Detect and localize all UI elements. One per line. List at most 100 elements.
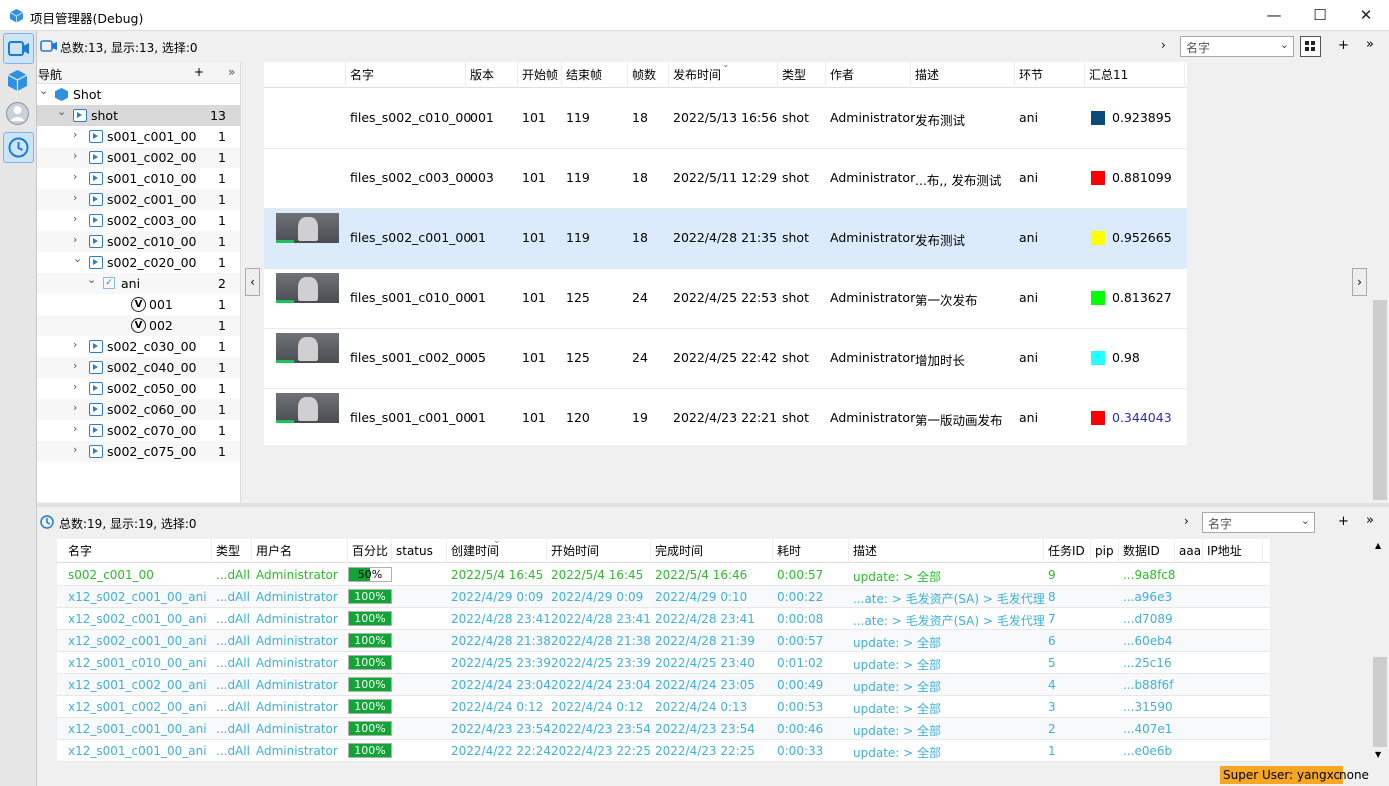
- column-header[interactable]: 帧数: [628, 62, 669, 88]
- tree-node[interactable]: ⌄ Shot: [37, 84, 240, 105]
- column-header[interactable]: 用户名: [252, 539, 348, 563]
- task-row[interactable]: x12_s001_c001_00_ani ...dAll Administrator…: [57, 718, 1270, 740]
- add-button[interactable]: +: [1338, 514, 1349, 529]
- chevron-right-icon[interactable]: ›: [73, 338, 77, 351]
- tree-node[interactable]: › s002_c003_00 1: [37, 210, 240, 231]
- close-button[interactable]: ✕: [1343, 0, 1389, 31]
- column-header[interactable]: 汇总11: [1085, 62, 1185, 88]
- column-header[interactable]: 类型: [778, 62, 826, 88]
- column-header[interactable]: 名字: [346, 62, 466, 88]
- chevron-right-icon[interactable]: ›: [73, 212, 77, 225]
- version-scrollbar[interactable]: [1372, 62, 1388, 502]
- column-header[interactable]: IP地址: [1203, 539, 1263, 563]
- tree-node[interactable]: V 002 1: [37, 315, 240, 336]
- chevron-right-icon[interactable]: ›: [1161, 38, 1166, 52]
- column-header[interactable]: 开始帧: [518, 62, 562, 88]
- tree-node[interactable]: › s001_c010_00 1: [37, 168, 240, 189]
- tree-node-label: s002_c001_00: [107, 192, 197, 207]
- bottom-search-field[interactable]: 名字 ⌄: [1202, 512, 1315, 533]
- column-header[interactable]: 类型: [212, 539, 252, 563]
- scroll-up-icon[interactable]: ▲: [1375, 541, 1381, 550]
- task-row[interactable]: x12_s002_c001_00_ani ...dAll Administrator…: [57, 608, 1270, 630]
- chevron-right-icon[interactable]: ›: [73, 443, 77, 456]
- column-header[interactable]: 数据ID: [1119, 539, 1175, 563]
- version-row[interactable]: files_s001_c010_00 01 101 125 24 2022/4/25 22…: [264, 269, 1187, 329]
- scrollbar-thumb[interactable]: [1373, 300, 1387, 500]
- tree-node[interactable]: ⌄ shot 13: [37, 105, 240, 126]
- column-header[interactable]: 百分比: [348, 539, 392, 563]
- column-header[interactable]: 描述: [849, 539, 1044, 563]
- minimize-button[interactable]: —: [1251, 0, 1297, 31]
- tree-node[interactable]: › s002_c050_00 1: [37, 378, 240, 399]
- task-row[interactable]: x12_s001_c010_00_ani ...dAll Administrator…: [57, 652, 1270, 674]
- task-row[interactable]: s002_c001_00 ...dAll Administrator 2022/5/4…: [57, 564, 1270, 586]
- chevron-right-icon[interactable]: ›: [73, 359, 77, 372]
- chevron-right-icon[interactable]: ›: [73, 149, 77, 162]
- chevron-right-icon[interactable]: ›: [1184, 514, 1189, 528]
- version-row[interactable]: files_s002_c003_00 003 101 119 18 2022/5/11 1…: [264, 149, 1187, 209]
- collapse-left-button[interactable]: ‹: [245, 268, 260, 296]
- expand-button[interactable]: »: [1366, 37, 1374, 52]
- tree-node[interactable]: › s002_c030_00 1: [37, 336, 240, 357]
- nav-collapse-button[interactable]: »: [228, 65, 235, 79]
- chevron-down-icon[interactable]: ⌄: [73, 252, 82, 265]
- column-header[interactable]: 任务ID: [1044, 539, 1091, 563]
- version-row[interactable]: files_s001_c002_00 05 101 125 24 2022/4/25 22…: [264, 329, 1187, 389]
- column-header[interactable]: 开始时间: [547, 539, 651, 563]
- column-header[interactable]: 完成时间: [651, 539, 773, 563]
- tree-node[interactable]: › s002_c040_00 1: [37, 357, 240, 378]
- task-row[interactable]: x12_s001_c002_00_ani ...dAll Administrator…: [57, 696, 1270, 718]
- expand-button[interactable]: »: [1366, 513, 1374, 528]
- nav-add-button[interactable]: +: [194, 65, 204, 79]
- chevron-right-icon[interactable]: ›: [73, 128, 77, 141]
- scroll-down-icon[interactable]: ▼: [1375, 750, 1381, 759]
- column-header[interactable]: aaa: [1175, 539, 1203, 563]
- column-header[interactable]: 耗时: [773, 539, 849, 563]
- shot-mode-button[interactable]: [3, 33, 34, 64]
- column-header[interactable]: 环节: [1015, 62, 1085, 88]
- scrollbar-thumb[interactable]: [1373, 657, 1387, 747]
- column-header[interactable]: 版本: [466, 62, 518, 88]
- chevron-right-icon[interactable]: ›: [73, 380, 77, 393]
- tree-node[interactable]: V 001 1: [37, 294, 240, 315]
- column-header[interactable]: 作者: [826, 62, 911, 88]
- version-row[interactable]: files_s002_c010_00 001 101 119 18 2022/5/13 1…: [264, 89, 1187, 149]
- tree-node[interactable]: › s002_c060_00 1: [37, 399, 240, 420]
- grid-view-button[interactable]: [1300, 36, 1321, 57]
- collapse-right-button[interactable]: ›: [1352, 268, 1367, 296]
- chevron-right-icon[interactable]: ›: [73, 170, 77, 183]
- tree-node[interactable]: › s001_c002_00 1: [37, 147, 240, 168]
- chevron-down-icon[interactable]: ⌄: [87, 273, 96, 286]
- column-header[interactable]: pip: [1091, 539, 1119, 563]
- history-mode-button[interactable]: [3, 132, 34, 163]
- tree-node[interactable]: › s001_c001_00 1: [37, 126, 240, 147]
- user-mode-button[interactable]: [3, 99, 34, 130]
- chevron-right-icon[interactable]: ›: [73, 191, 77, 204]
- task-row[interactable]: x12_s001_c001_00_ani ...dAll Administrator…: [57, 740, 1270, 762]
- task-row[interactable]: x12_s001_c002_00_ani ...dAll Administrator…: [57, 674, 1270, 696]
- chevron-right-icon[interactable]: ›: [73, 233, 77, 246]
- chevron-down-icon[interactable]: ⌄: [57, 105, 66, 118]
- tree-node[interactable]: › s002_c075_00 1: [37, 441, 240, 462]
- version-row[interactable]: files_s002_c001_00 01 101 119 18 2022/4/28 21…: [264, 209, 1187, 269]
- add-button[interactable]: +: [1338, 38, 1349, 53]
- task-row[interactable]: x12_s002_c001_00_ani ...dAll Administrator…: [57, 586, 1270, 608]
- chevron-right-icon[interactable]: ›: [73, 422, 77, 435]
- column-header[interactable]: status: [392, 539, 447, 563]
- column-header[interactable]: 名字: [57, 539, 212, 563]
- tree-node[interactable]: › s002_c070_00 1: [37, 420, 240, 441]
- top-search-field[interactable]: 名字 ⌄: [1180, 36, 1294, 57]
- tree-node[interactable]: ⌄ s002_c020_00 1: [37, 252, 240, 273]
- tree-node[interactable]: ⌄ ✓ ani 2: [37, 273, 240, 294]
- maximize-button[interactable]: ☐: [1297, 0, 1343, 31]
- version-row[interactable]: files_s001_c001_00 01 101 120 19 2022/4/23 22…: [264, 389, 1187, 445]
- tree-node[interactable]: › s002_c001_00 1: [37, 189, 240, 210]
- column-header[interactable]: 描述: [911, 62, 1015, 88]
- chevron-down-icon[interactable]: ⌄: [39, 84, 48, 97]
- task-scrollbar[interactable]: ▲ ▼: [1372, 539, 1388, 763]
- chevron-right-icon[interactable]: ›: [73, 401, 77, 414]
- asset-mode-button[interactable]: [3, 66, 34, 97]
- tree-node[interactable]: › s002_c010_00 1: [37, 231, 240, 252]
- column-header[interactable]: 结束帧: [562, 62, 628, 88]
- task-row[interactable]: x12_s002_c001_00_ani ...dAll Administrator…: [57, 630, 1270, 652]
